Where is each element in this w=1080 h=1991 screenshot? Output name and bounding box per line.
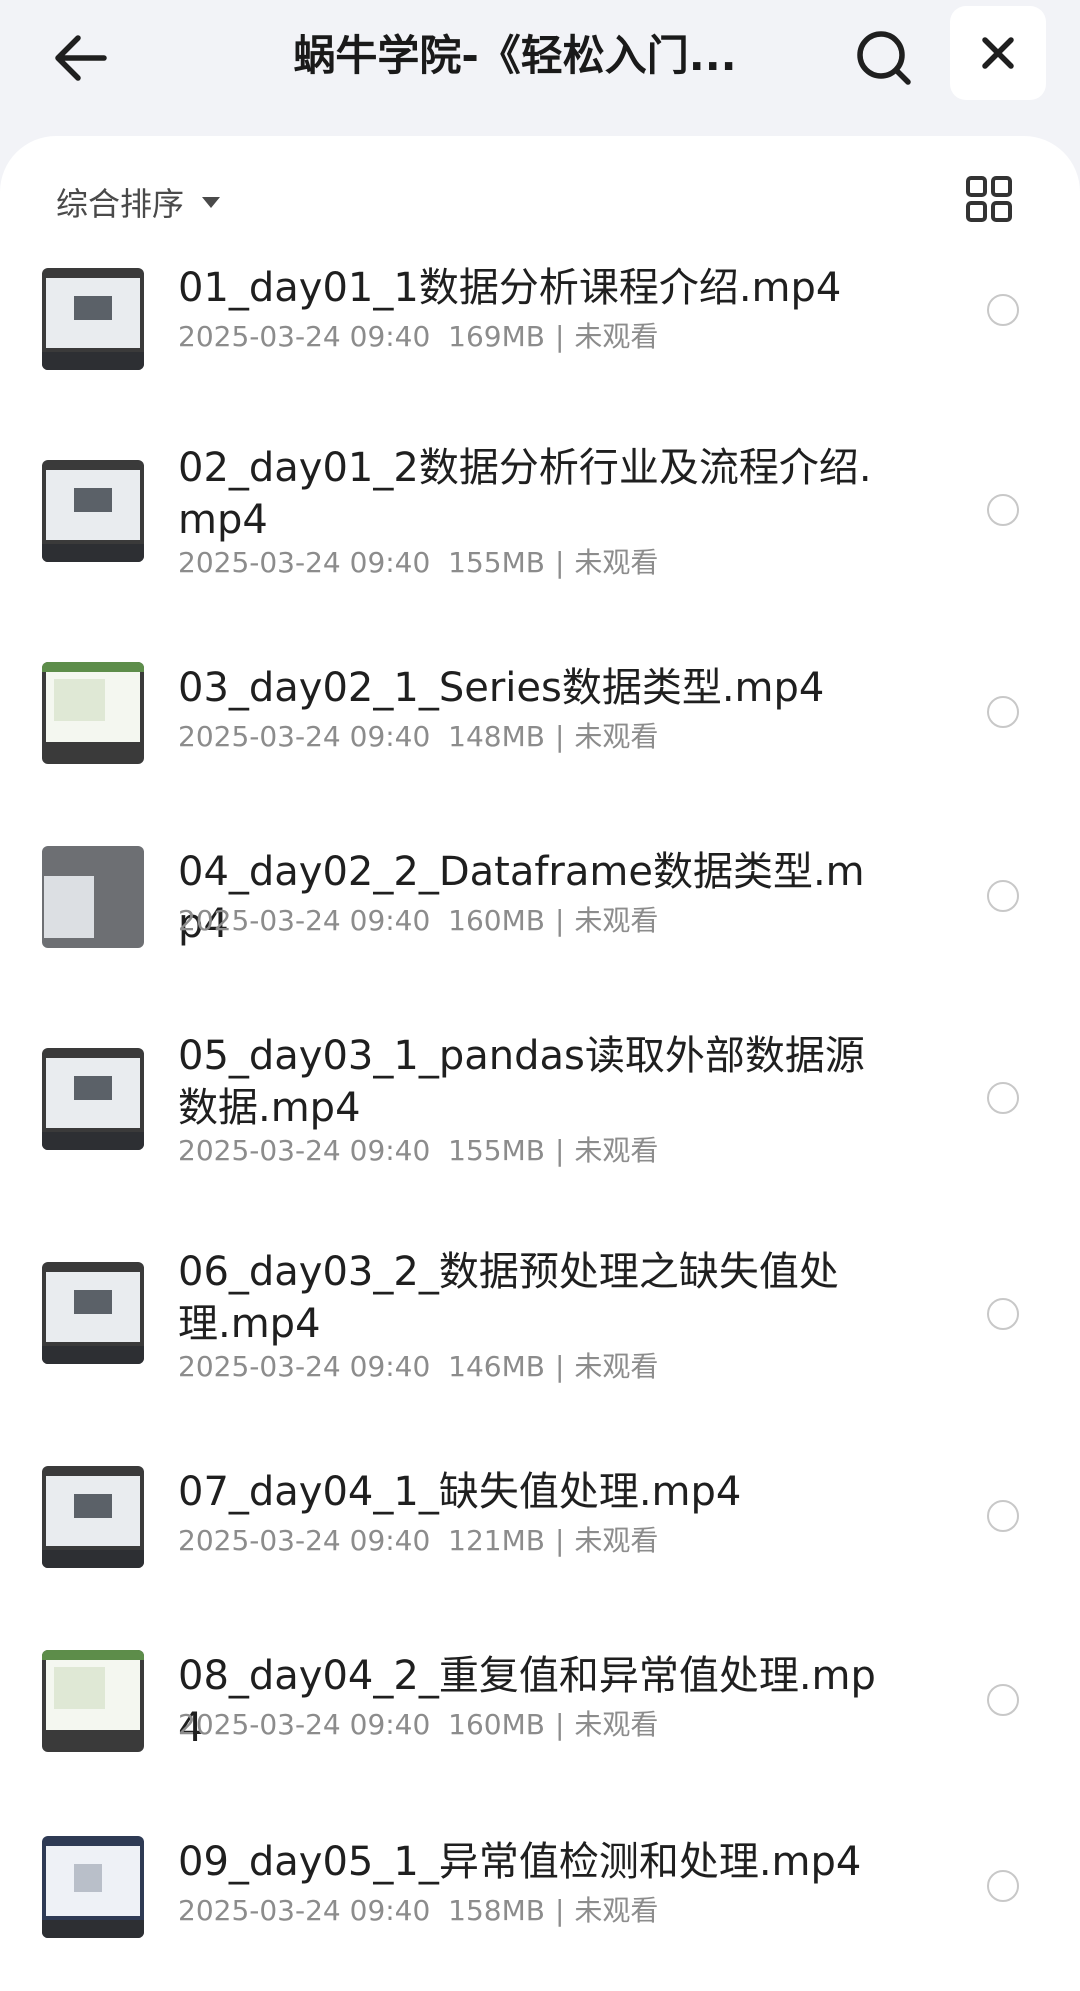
watch-status: 未观看 bbox=[574, 1708, 659, 1741]
video-thumbnail bbox=[42, 268, 144, 370]
file-name: 09_day05_1_异常值检测和处理.mp4 bbox=[178, 1839, 862, 1885]
file-size: 160MB bbox=[448, 904, 545, 937]
video-thumbnail bbox=[42, 662, 144, 764]
select-radio[interactable] bbox=[987, 696, 1019, 728]
file-date: 2025-03-24 09:40 bbox=[178, 1524, 431, 1557]
video-thumbnail bbox=[42, 1836, 144, 1938]
file-size: 148MB bbox=[448, 720, 545, 753]
top-bar: 蜗牛学院-《轻松入门... bbox=[0, 0, 1080, 136]
sort-dropdown[interactable]: 综合排序 bbox=[56, 176, 221, 228]
file-size: 155MB bbox=[448, 1134, 545, 1167]
file-date: 2025-03-24 09:40 bbox=[178, 1350, 431, 1383]
select-radio[interactable] bbox=[987, 294, 1019, 326]
file-date: 2025-03-24 09:40 bbox=[178, 904, 431, 937]
select-radio[interactable] bbox=[987, 1082, 1019, 1114]
file-name: 07_day04_1_缺失值处理.mp4 bbox=[178, 1469, 742, 1515]
file-size: 146MB bbox=[448, 1350, 545, 1383]
file-meta: 2025-03-24 09:40 148MB | 未观看 bbox=[178, 720, 659, 753]
file-size: 158MB bbox=[448, 1894, 545, 1927]
video-thumbnail bbox=[42, 846, 144, 948]
watch-status: 未观看 bbox=[574, 1894, 659, 1927]
video-thumbnail bbox=[42, 1466, 144, 1568]
file-size: 169MB bbox=[448, 320, 545, 353]
caret-down-icon bbox=[202, 196, 221, 208]
watch-status: 未观看 bbox=[574, 546, 659, 579]
file-size: 155MB bbox=[448, 546, 545, 579]
select-radio[interactable] bbox=[987, 494, 1019, 526]
search-icon bbox=[857, 31, 911, 85]
arrow-left-icon bbox=[55, 35, 107, 81]
file-meta: 2025-03-24 09:40 160MB | 未观看 bbox=[178, 904, 659, 937]
file-name: 05_day03_1_pandas读取外部数据源数据.mp4 bbox=[178, 1033, 865, 1131]
select-radio[interactable] bbox=[987, 880, 1019, 912]
file-size: 121MB bbox=[448, 1524, 545, 1557]
page-title: 蜗牛学院-《轻松入门... bbox=[293, 31, 737, 80]
select-radio[interactable] bbox=[987, 1684, 1019, 1716]
grid-view-icon bbox=[966, 176, 1012, 222]
select-radio[interactable] bbox=[987, 1870, 1019, 1902]
grid-view-button[interactable] bbox=[966, 176, 1022, 232]
sort-label: 综合排序 bbox=[56, 185, 185, 223]
close-button[interactable] bbox=[950, 6, 1046, 100]
file-date: 2025-03-24 09:40 bbox=[178, 1708, 431, 1741]
file-date: 2025-03-24 09:40 bbox=[178, 1134, 431, 1167]
file-meta: 2025-03-24 09:40 121MB | 未观看 bbox=[178, 1524, 659, 1557]
file-meta: 2025-03-24 09:40 160MB | 未观看 bbox=[178, 1708, 659, 1741]
file-name: 06_day03_2_数据预处理之缺失值处理.mp4 bbox=[178, 1249, 839, 1347]
watch-status: 未观看 bbox=[574, 720, 659, 753]
file-meta: 2025-03-24 09:40 169MB | 未观看 bbox=[178, 320, 659, 353]
close-icon bbox=[982, 37, 1014, 69]
file-meta: 2025-03-24 09:40 146MB | 未观看 bbox=[178, 1350, 659, 1383]
file-date: 2025-03-24 09:40 bbox=[178, 320, 431, 353]
file-name: 02_day01_2数据分析行业及流程介绍.mp4 bbox=[178, 445, 872, 543]
video-thumbnail bbox=[42, 1048, 144, 1150]
watch-status: 未观看 bbox=[574, 1134, 659, 1167]
file-name: 03_day02_1_Series数据类型.mp4 bbox=[178, 665, 825, 711]
watch-status: 未观看 bbox=[574, 1350, 659, 1383]
select-radio[interactable] bbox=[987, 1298, 1019, 1330]
watch-status: 未观看 bbox=[574, 904, 659, 937]
watch-status: 未观看 bbox=[574, 1524, 659, 1557]
file-date: 2025-03-24 09:40 bbox=[178, 546, 431, 579]
file-name: 01_day01_1数据分析课程介绍.mp4 bbox=[178, 265, 842, 311]
video-thumbnail bbox=[42, 1650, 144, 1752]
search-button[interactable] bbox=[844, 18, 924, 98]
file-date: 2025-03-24 09:40 bbox=[178, 720, 431, 753]
file-meta: 2025-03-24 09:40 155MB | 未观看 bbox=[178, 546, 659, 579]
file-meta: 2025-03-24 09:40 158MB | 未观看 bbox=[178, 1894, 659, 1927]
file-date: 2025-03-24 09:40 bbox=[178, 1894, 431, 1927]
video-thumbnail bbox=[42, 460, 144, 562]
file-size: 160MB bbox=[448, 1708, 545, 1741]
back-button[interactable] bbox=[40, 18, 120, 98]
video-thumbnail bbox=[42, 1262, 144, 1364]
file-meta: 2025-03-24 09:40 155MB | 未观看 bbox=[178, 1134, 659, 1167]
watch-status: 未观看 bbox=[574, 320, 659, 353]
select-radio[interactable] bbox=[987, 1500, 1019, 1532]
